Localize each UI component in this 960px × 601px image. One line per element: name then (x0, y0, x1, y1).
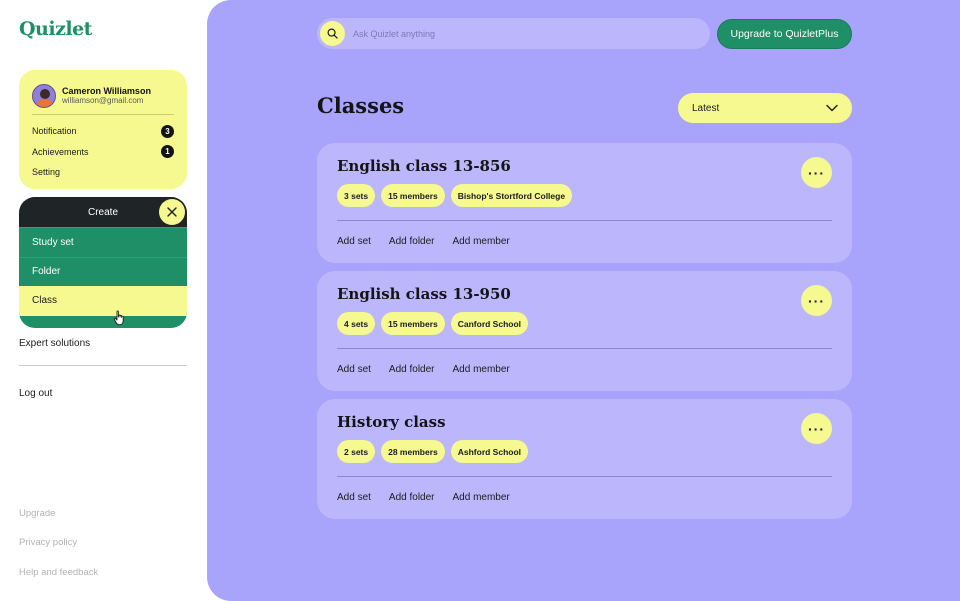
class-card[interactable]: History class ··· 2 sets 28 members Ashf… (317, 399, 852, 519)
more-button[interactable]: ··· (801, 157, 832, 188)
divider (337, 220, 832, 221)
sort-value: Latest (692, 102, 720, 114)
sort-dropdown[interactable]: Latest (678, 93, 852, 123)
profile-header[interactable]: Cameron Williamson williamson@gmail.com (32, 83, 174, 109)
logo[interactable]: Quizlet (19, 18, 92, 40)
add-member-button[interactable]: Add member (453, 236, 510, 247)
class-actions: Add set Add folder Add member (337, 492, 510, 503)
upgrade-link[interactable]: Upgrade (19, 508, 55, 519)
achievements-count-badge: 1 (161, 145, 174, 159)
add-folder-button[interactable]: Add folder (389, 492, 435, 503)
close-button[interactable] (159, 199, 185, 225)
search-input[interactable] (353, 28, 693, 39)
divider (337, 476, 832, 477)
add-member-button[interactable]: Add member (453, 364, 510, 375)
add-set-button[interactable]: Add set (337, 364, 371, 375)
notification-count-badge: 3 (161, 124, 174, 138)
class-card[interactable]: English class 13-856 ··· 3 sets 15 membe… (317, 143, 852, 263)
chevron-down-icon (826, 104, 838, 112)
create-label: Create (87, 206, 118, 218)
school-chip: Canford School (450, 312, 529, 335)
members-chip: 28 members (381, 440, 445, 463)
more-icon: ··· (808, 420, 825, 437)
profile-card: Cameron Williamson williamson@gmail.com … (19, 70, 187, 189)
more-button[interactable]: ··· (801, 413, 832, 444)
page-title: Classes (317, 93, 405, 118)
create-button[interactable]: Create (19, 197, 187, 227)
class-actions: Add set Add folder Add member (337, 364, 510, 375)
class-actions: Add set Add folder Add member (337, 236, 510, 247)
class-title[interactable]: History class (337, 413, 446, 431)
create-menu: Create Study set Folder Class (19, 197, 187, 328)
logout-link[interactable]: Log out (19, 388, 52, 399)
class-chips: 3 sets 15 members Bishop's Stortford Col… (337, 184, 573, 207)
avatar[interactable] (32, 84, 56, 108)
class-title[interactable]: English class 13-950 (337, 285, 511, 303)
close-icon (167, 207, 177, 217)
menu-item-label: Notification (32, 126, 77, 137)
class-chips: 2 sets 28 members Ashford School (337, 440, 529, 463)
expert-solutions-link[interactable]: Expert solutions (19, 338, 90, 349)
profile-email: williamson@gmail.com (62, 95, 144, 105)
create-item-study-set[interactable]: Study set (19, 227, 187, 257)
create-item-folder[interactable]: Folder (19, 256, 187, 287)
members-chip: 15 members (381, 312, 445, 335)
add-folder-button[interactable]: Add folder (389, 236, 435, 247)
hand-cursor-icon (113, 310, 124, 326)
help-feedback-link[interactable]: Help and feedback (19, 567, 98, 578)
class-title[interactable]: English class 13-856 (337, 157, 511, 175)
upgrade-button[interactable]: Upgrade to QuizletPlus (717, 19, 852, 49)
sets-chip: 3 sets (337, 184, 376, 207)
add-folder-button[interactable]: Add folder (389, 364, 435, 375)
school-chip: Bishop's Stortford College (450, 184, 573, 207)
menu-item-label: Setting (32, 167, 61, 178)
search-button[interactable] (320, 21, 345, 46)
menu-item-label: Achievements (32, 146, 89, 157)
divider (32, 114, 174, 115)
members-chip: 15 members (381, 184, 445, 207)
sets-chip: 4 sets (337, 312, 376, 335)
search-icon (327, 28, 338, 39)
create-item-class[interactable]: Class (19, 286, 187, 316)
sets-chip: 2 sets (337, 440, 376, 463)
search-bar[interactable] (317, 18, 710, 49)
privacy-policy-link[interactable]: Privacy policy (19, 537, 77, 548)
class-card[interactable]: English class 13-950 ··· 4 sets 15 membe… (317, 271, 852, 391)
add-set-button[interactable]: Add set (337, 236, 371, 247)
class-chips: 4 sets 15 members Canford School (337, 312, 529, 335)
more-icon: ··· (808, 164, 825, 181)
divider (19, 365, 187, 366)
more-icon: ··· (808, 292, 825, 309)
sidebar: Quizlet Cameron Williamson williamson@gm… (0, 0, 207, 601)
add-set-button[interactable]: Add set (337, 492, 371, 503)
more-button[interactable]: ··· (801, 285, 832, 316)
menu-item-achievements[interactable]: Achievements 1 (32, 142, 174, 163)
menu-item-notification[interactable]: Notification 3 (32, 121, 174, 142)
main-panel: Upgrade to QuizletPlus Classes Latest En… (207, 0, 960, 601)
divider (337, 348, 832, 349)
add-member-button[interactable]: Add member (453, 492, 510, 503)
school-chip: Ashford School (450, 440, 529, 463)
menu-item-setting[interactable]: Setting (32, 162, 174, 183)
